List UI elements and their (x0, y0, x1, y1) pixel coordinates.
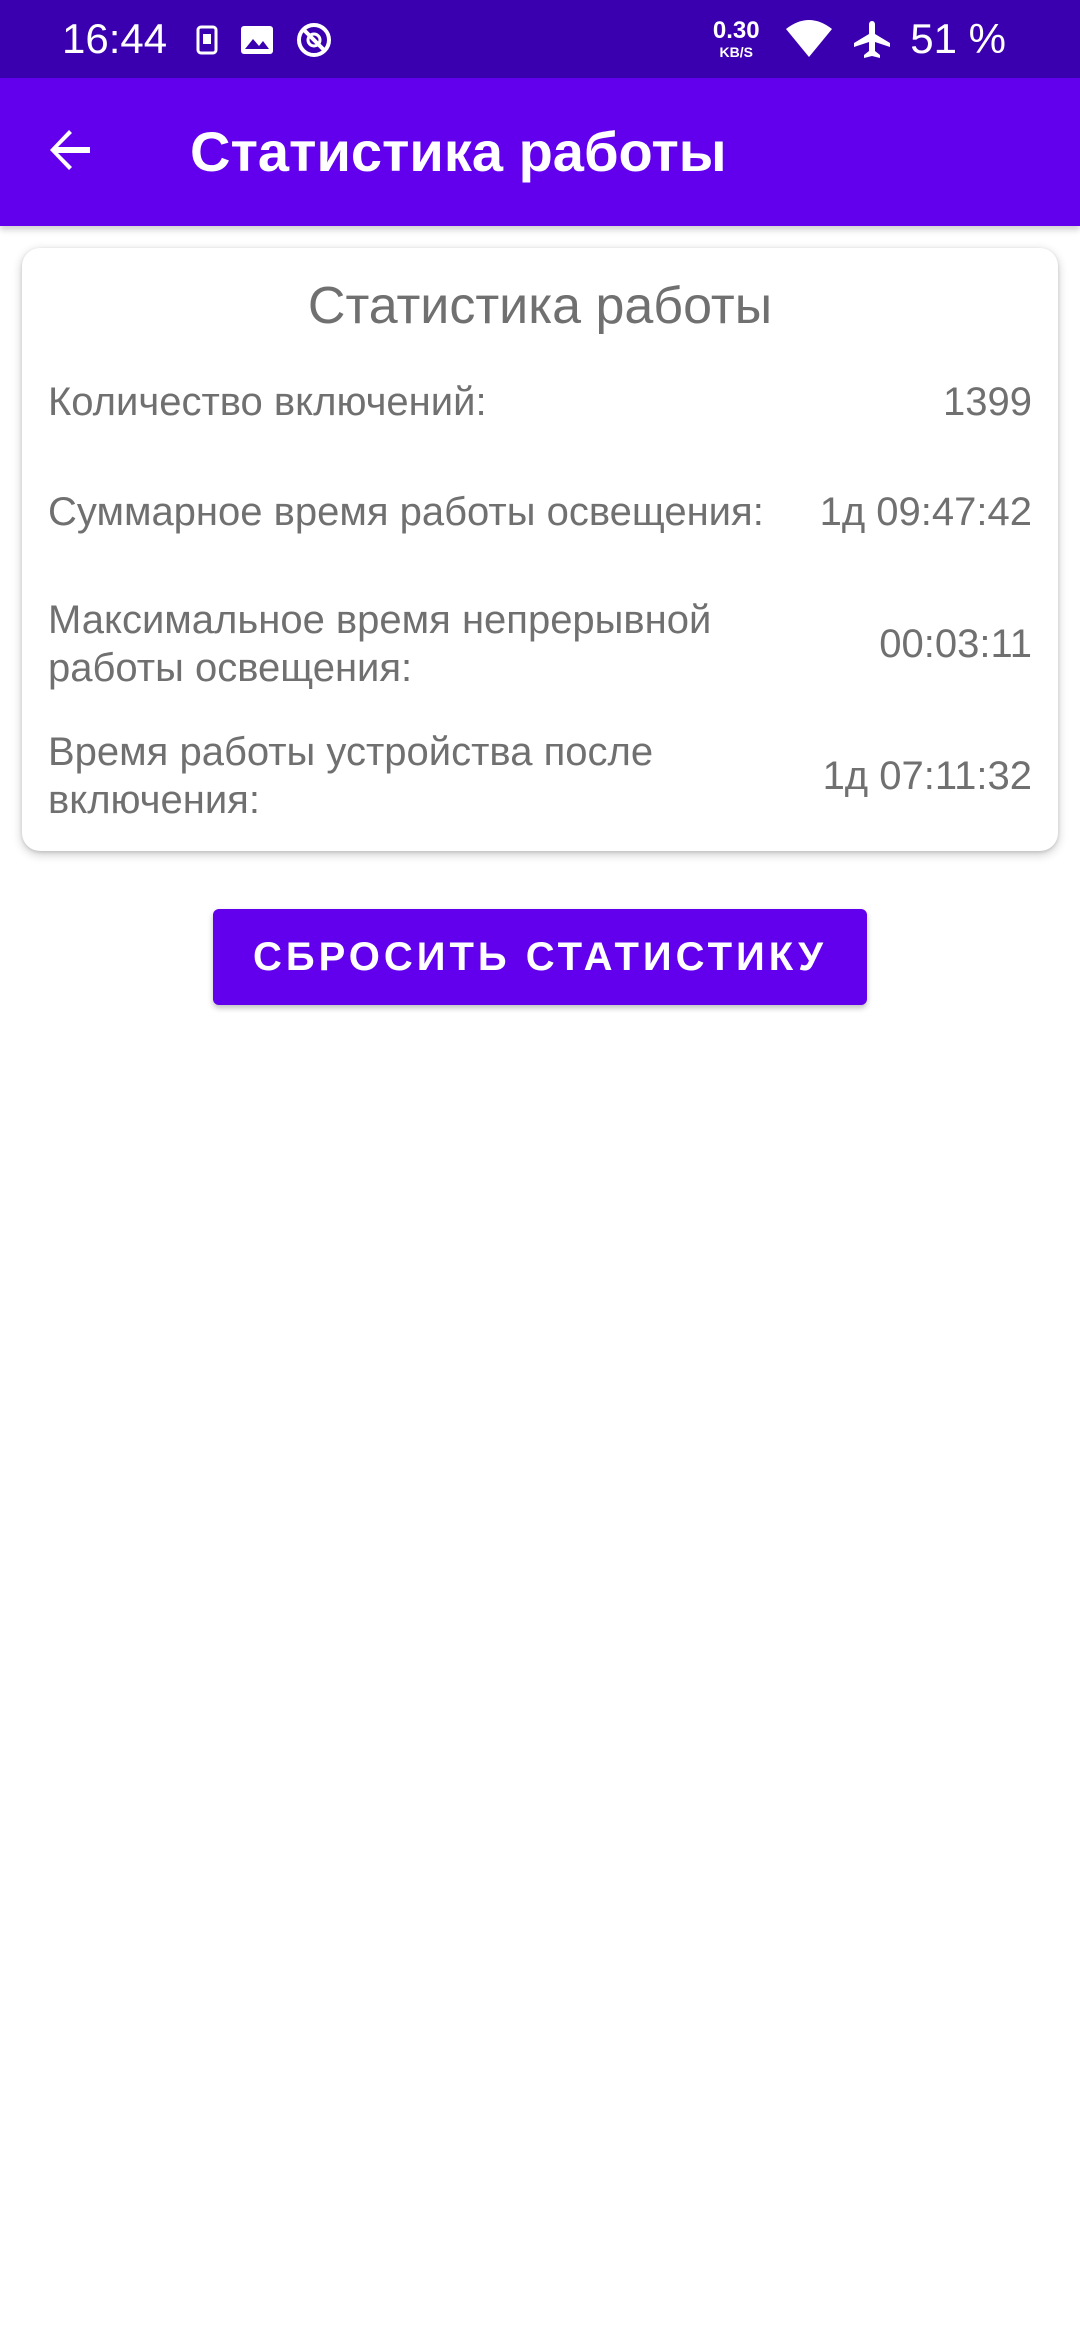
stat-value: 1д 09:47:42 (819, 490, 1032, 534)
stat-row-max-continuous-light-time: Максимальное время непрерывной работы ос… (48, 594, 1032, 694)
stat-row-power-on-count: Количество включений: 1399 (48, 374, 1032, 430)
stat-label: Количество включений: (48, 380, 487, 424)
arrow-left-icon (46, 126, 94, 179)
status-time: 16:44 (62, 15, 168, 62)
status-left-icons (196, 20, 332, 60)
app-bar: Статистика работы (0, 78, 1080, 226)
back-button[interactable] (30, 112, 110, 192)
stat-row-device-uptime: Время работы устройства после включения:… (48, 726, 1032, 826)
card-title: Статистика работы (307, 277, 773, 335)
reset-statistics-button[interactable]: СБРОСИТЬ СТАТИСТИКУ (213, 909, 867, 1005)
net-speed: 0.30 KB/S (706, 17, 766, 60)
stat-value: 1399 (943, 380, 1032, 424)
net-speed-unit: KB/S (719, 44, 753, 60)
wifi-icon (784, 19, 834, 59)
battery-level: 51 % (910, 15, 1006, 62)
stat-label: Максимальное время непрерывной работы ос… (48, 598, 712, 690)
status-bar: 16:44 0.30 KB/S 51 % (0, 0, 1080, 78)
airplane-icon (852, 19, 892, 59)
stat-value: 1д 07:11:32 (822, 754, 1032, 798)
sim-card-icon (196, 25, 218, 55)
status-right-icons: 0.30 KB/S 51 % (706, 0, 1080, 78)
page-title: Статистика работы (190, 120, 727, 183)
no-disturb-icon (296, 22, 332, 58)
stat-label: Суммарное время работы освещения: (48, 490, 764, 534)
statistics-card: Статистика работы Количество включений: … (22, 248, 1058, 851)
stat-value: 00:03:11 (879, 622, 1032, 666)
image-icon (240, 25, 274, 55)
stat-label: Время работы устройства после включения: (48, 730, 654, 822)
net-speed-value: 0.30 (712, 17, 760, 44)
stat-row-total-light-time: Суммарное время работы освещения: 1д 09:… (48, 462, 1032, 562)
